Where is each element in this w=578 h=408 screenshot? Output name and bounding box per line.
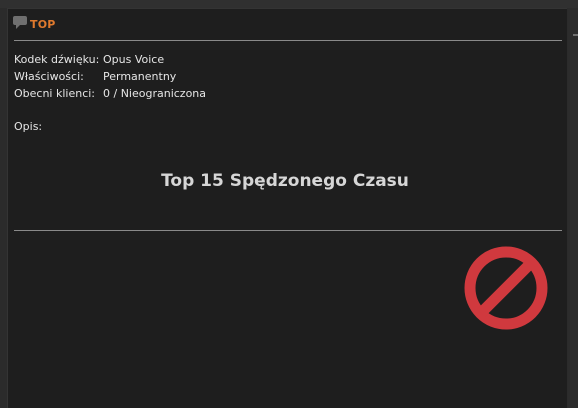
channel-properties: Kodek dźwięku: Opus Voice Właściwości: P… — [14, 51, 206, 102]
properties-value: Permanentny — [103, 70, 177, 83]
clients-label: Obecni klienci: — [14, 87, 96, 100]
codec-value: Opus Voice — [103, 53, 165, 66]
description-title: Top 15 Spędzonego Czasu — [161, 171, 409, 191]
window-top-strip — [0, 0, 578, 8]
clients-row: Obecni klienci: 0 / Nieograniczona — [14, 85, 206, 102]
description-label: Opis: — [14, 120, 43, 133]
divider — [14, 40, 562, 41]
codec-label: Kodek dźwięku: — [14, 53, 100, 66]
scrollbar-track[interactable] — [568, 8, 578, 408]
clients-value: 0 / Nieograniczona — [103, 87, 207, 100]
no-entry-icon — [464, 246, 548, 330]
channel-name: TOP — [30, 18, 56, 31]
description-divider — [14, 230, 562, 231]
channel-bubble-icon — [13, 16, 27, 29]
codec-row: Kodek dźwięku: Opus Voice — [14, 51, 206, 68]
scrollbar-nub[interactable] — [573, 34, 578, 36]
properties-row: Właściwości: Permanentny — [14, 68, 206, 85]
channel-info-panel: TOP Kodek dźwięku: Opus Voice Właściwośc… — [7, 8, 567, 408]
properties-label: Właściwości: — [14, 70, 84, 83]
